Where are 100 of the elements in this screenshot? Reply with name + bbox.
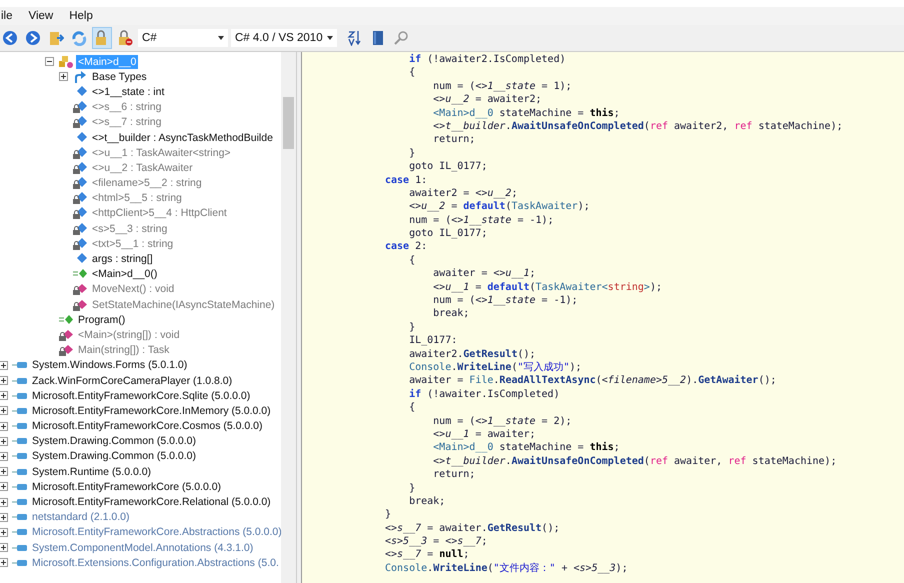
expand-icon[interactable] xyxy=(0,376,8,386)
menu-item[interactable]: View xyxy=(28,10,54,22)
class-icon xyxy=(58,54,74,69)
expand-icon[interactable] xyxy=(0,467,8,476)
expand-icon[interactable] xyxy=(0,406,8,416)
tree-item[interactable]: <Main>d__0() xyxy=(90,267,160,282)
code-line: if (!awaiter2.IsCompleted) xyxy=(408,53,567,66)
locked-diamond-icon xyxy=(72,115,88,130)
code-line: Console.WriteLine("文件内容：" + <s>5__3); xyxy=(385,562,629,576)
tree-item[interactable]: Microsoft.EntityFrameworkCore (5.0.0.0) xyxy=(30,480,224,494)
menu-item[interactable]: ile xyxy=(0,10,14,22)
code-line: awaiter = <>u__1; xyxy=(432,267,537,281)
back-icon xyxy=(2,30,18,46)
tree-item[interactable]: SetStateMachine(IAsyncStateMachine) xyxy=(90,298,277,312)
code-line: num = (<>1__state = 1); xyxy=(432,80,573,94)
tree-item[interactable]: <>s__6 : string xyxy=(90,100,164,114)
code-line: awaiter2 = <>u__2; xyxy=(408,186,518,200)
code-line: <>t__builder.AwaitUnsafeOnCompleted(ref awaiter, ref stateMachine); xyxy=(432,454,838,468)
code-line: return; xyxy=(432,468,476,482)
tree-item[interactable]: <filename>5__2 : string xyxy=(90,176,204,190)
tree-item[interactable]: <>u__2 : TaskAwaiter xyxy=(90,160,195,175)
tree-item[interactable]: <>u__1 : TaskAwaiter<string> xyxy=(90,146,233,160)
code-line: <>s__7 = null; xyxy=(385,548,470,562)
code-line: goto IL_0177; xyxy=(408,227,488,240)
tree-item[interactable]: <html>5__5 : string xyxy=(90,191,184,206)
locked-method-icon xyxy=(72,298,88,312)
tree-item[interactable]: Base Types xyxy=(90,70,149,84)
expand-icon[interactable] xyxy=(0,558,8,568)
tree-item[interactable]: Program() xyxy=(76,312,128,327)
code-line: break; xyxy=(432,307,470,321)
code-line: num = (<>1__state = -1); xyxy=(432,294,579,308)
expand-icon[interactable] xyxy=(59,72,68,82)
code-line: if (!awaiter.IsCompleted) xyxy=(408,388,561,402)
expand-icon[interactable] xyxy=(0,482,8,492)
tree-item[interactable]: <>s__7 : string xyxy=(90,115,164,130)
expand-icon[interactable] xyxy=(0,498,8,507)
expand-icon[interactable] xyxy=(0,436,8,446)
code-line: <>u__1 = awaiter; xyxy=(432,428,537,442)
expand-icon[interactable] xyxy=(0,452,8,461)
code-line: } xyxy=(385,508,392,522)
tree-item[interactable]: Microsoft.EntityFrameworkCore.Relational (5.0.0.0) xyxy=(30,495,273,510)
tree-item[interactable]: System.Drawing.Common (5.0.0.0) xyxy=(30,434,198,448)
refresh-icon xyxy=(71,30,87,46)
code-line: <>s__7 = awaiter.GetResult(); xyxy=(385,522,561,536)
tree-item[interactable]: <httpClient>5__4 : HttpClient xyxy=(90,206,229,220)
locked-method-icon xyxy=(58,343,74,358)
locked-diamond-icon xyxy=(72,206,88,220)
code-line: } xyxy=(408,482,416,495)
scrollbar[interactable] xyxy=(281,52,296,583)
expand-icon[interactable] xyxy=(0,543,8,552)
tree-item[interactable]: System.Drawing.Common (5.0.0.0) xyxy=(30,449,198,464)
tree-item[interactable]: Microsoft.EntityFrameworkCore.InMemory (5.0.0.0) xyxy=(30,404,273,418)
tree-item[interactable]: Microsoft.EntityFrameworkCore.Abstractions (5.0.0.0) xyxy=(30,525,284,540)
tree-item[interactable]: Microsoft.EntityFrameworkCore.Cosmos (5.0.0.0) xyxy=(30,419,264,434)
lock-blocked-icon xyxy=(117,30,133,46)
code-line: <Main>d__0 stateMachine = this; xyxy=(432,106,621,120)
code-line: <s>5__3 = <>s__7; xyxy=(385,535,488,548)
expand-icon[interactable] xyxy=(0,528,8,537)
code-line: num = (<>1__state = 2); xyxy=(432,414,573,428)
tree-item[interactable]: args : string[] xyxy=(90,252,155,266)
tree-item[interactable]: MoveNext() : void xyxy=(90,282,176,296)
code-line: case 1: xyxy=(385,174,428,187)
tree-item[interactable]: System.ComponentModel.Annotations (4.3.1.0) xyxy=(30,540,256,555)
tree-item[interactable]: <s>5__3 : string xyxy=(90,222,170,236)
collapse-icon[interactable] xyxy=(45,57,54,66)
forward-icon xyxy=(25,30,41,46)
tree-item[interactable]: System.Windows.Forms (5.0.1.0) xyxy=(30,358,190,372)
tree-item[interactable]: <Main>(string[]) : void xyxy=(76,328,182,342)
toolbar-button[interactable] xyxy=(92,27,112,49)
expand-icon[interactable] xyxy=(0,360,8,370)
locked-diamond-icon xyxy=(72,236,88,251)
locked-diamond-icon xyxy=(72,222,88,236)
arrow-icon xyxy=(72,70,88,84)
expand-icon[interactable] xyxy=(0,512,8,522)
tree-item[interactable]: Microsoft.EntityFrameworkCore.Sqlite (5.0.0.0) xyxy=(30,388,252,403)
code-line: awaiter2.GetResult(); xyxy=(408,348,537,361)
code-line: <>u__1 = default(TaskAwaiter<string>); xyxy=(432,280,663,294)
code-line: case 2: xyxy=(385,240,428,254)
version-dropdown[interactable]: C# 4.0 / VS 2010 xyxy=(231,29,337,47)
folder-icon xyxy=(48,30,64,46)
tree-item[interactable]: netstandard (2.1.0.0) xyxy=(30,510,132,524)
tree-item[interactable]: Zack.WinFormCoreCameraPlayer (1.0.8.0) xyxy=(30,374,234,388)
caret-icon xyxy=(326,36,333,40)
expand-icon[interactable] xyxy=(0,391,8,400)
menu-item[interactable]: Help xyxy=(68,10,94,22)
code-line: break; xyxy=(408,494,446,508)
code-line: num = (<>1__state = -1); xyxy=(408,214,555,228)
tree-item[interactable]: System.Runtime (5.0.0.0) xyxy=(30,464,154,479)
language-dropdown[interactable]: C# xyxy=(138,29,228,47)
code-line: <Main>d__0 stateMachine = this; xyxy=(432,441,621,455)
locked-diamond-icon xyxy=(72,160,88,175)
code-line: <>u__2 = awaiter2; xyxy=(432,93,543,107)
tree-item[interactable]: <>t__builder : AsyncTaskMethodBuilde xyxy=(90,130,275,145)
expand-icon[interactable] xyxy=(0,422,8,431)
code-line: IL_0177: xyxy=(408,334,458,348)
code-line: } xyxy=(408,146,416,160)
tree-item[interactable]: Microsoft.Extensions.Configuration.Abstractions (5.0. xyxy=(30,556,281,570)
tree-item[interactable]: Main(string[]) : Task xyxy=(76,343,172,358)
tree-item[interactable]: <>1__state : int xyxy=(90,84,166,99)
tree-item[interactable]: <txt>5__1 : string xyxy=(90,236,176,251)
